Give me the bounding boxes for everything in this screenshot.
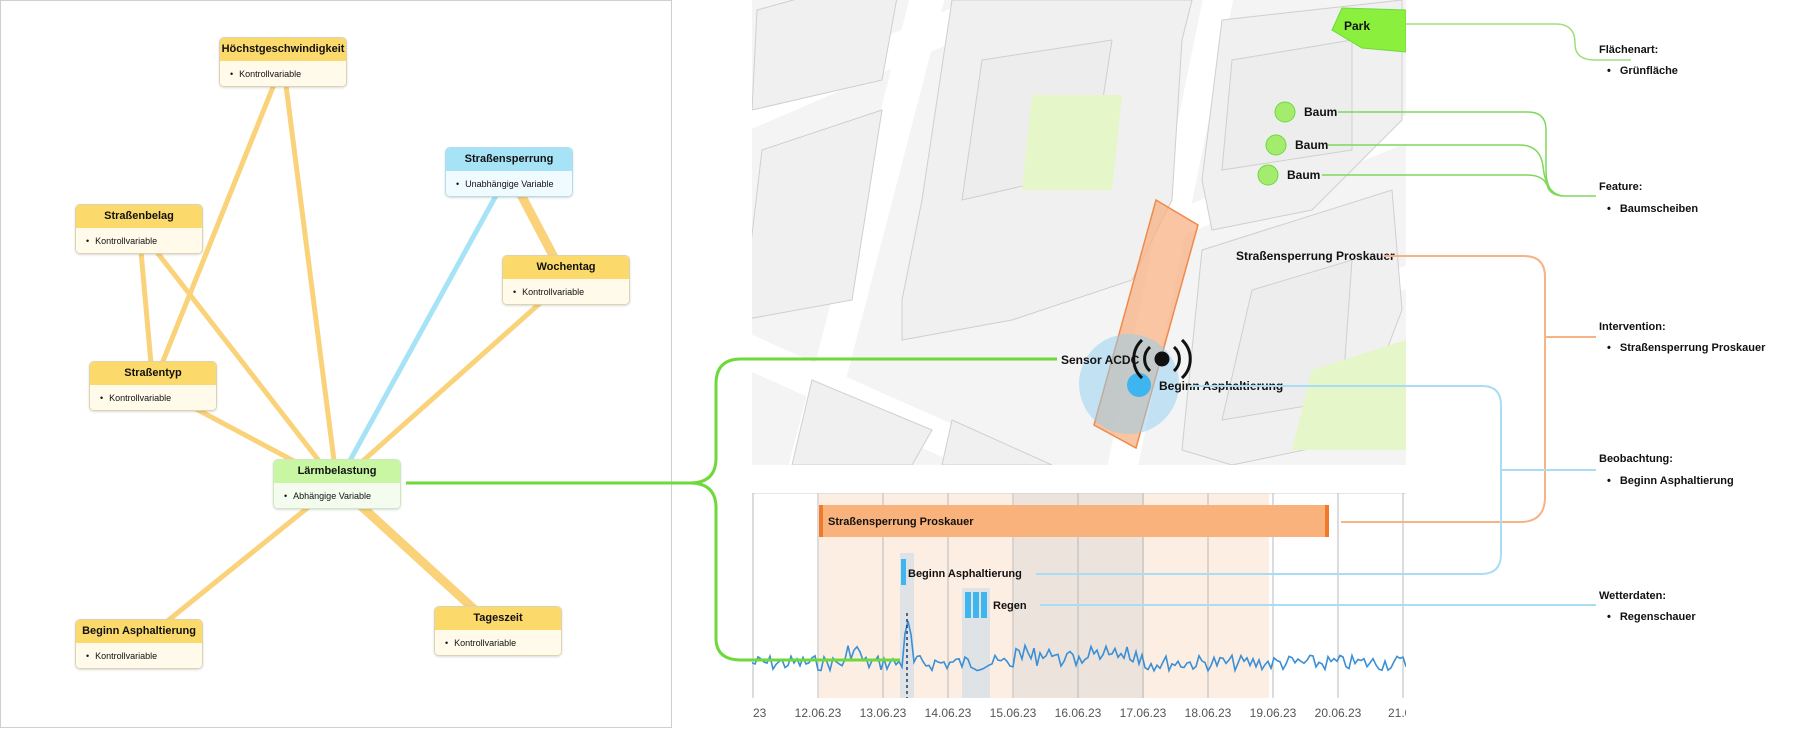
node-title: Straßensperrung [446, 148, 572, 171]
node-title: Wochentag [503, 256, 629, 279]
node-strassentyp[interactable]: Straßentyp Kontrollvariable [89, 361, 217, 411]
graph-edge-sperrung-laerm [334, 169, 512, 487]
node-role: Kontrollvariable [76, 228, 202, 253]
node-role: Abhängige Variable [274, 483, 400, 508]
node-title: Lärmbelastung [274, 460, 400, 483]
legend-value: Straßensperrung Proskauer [1607, 342, 1766, 354]
legend-category: Flächenart: [1599, 44, 1659, 56]
closure-bar-label: Straßensperrung Proskauer [828, 516, 974, 528]
node-role: Kontrollvariable [435, 630, 561, 655]
tree-label: Baum [1304, 105, 1338, 119]
node-title: Tageszeit [435, 607, 561, 630]
legend-value: Baumscheiben [1607, 203, 1698, 215]
tick-label: 18.06.23 [1184, 706, 1232, 720]
node-role: Kontrollvariable [76, 643, 202, 668]
legend-value: Beginn Asphaltierung [1607, 475, 1734, 487]
park-label: Park [1344, 19, 1371, 33]
tick-label: 13.06.23 [859, 706, 907, 720]
closure-label: Straßensperrung Proskauer [1236, 249, 1395, 263]
rain-marker [981, 592, 987, 618]
tick-label: 12.06.23 [794, 706, 842, 720]
node-role: Kontrollvariable [220, 61, 346, 86]
timeline-plot [752, 493, 1406, 698]
node-tageszeit[interactable]: Tageszeit Kontrollvariable [434, 606, 562, 656]
tick-label: 17.06.23 [1119, 706, 1167, 720]
legend-category: Wetterdaten: [1599, 590, 1667, 602]
tree-label: Baum [1287, 168, 1321, 182]
node-wochentag[interactable]: Wochentag Kontrollvariable [502, 255, 630, 305]
node-strassenbelag[interactable]: Straßenbelag Kontrollvariable [75, 204, 203, 254]
asphalt-event-label: Beginn Asphaltierung [908, 568, 1022, 580]
graph-edge-wochentag-laerm [334, 277, 569, 487]
tick-label: .6.23 [752, 706, 767, 720]
tick-label: 14.06.23 [924, 706, 972, 720]
legend-value: Regenschauer [1607, 611, 1696, 623]
rain-event-label: Regen [993, 600, 1027, 612]
node-title: Straßentyp [90, 362, 216, 385]
rain-marker [973, 592, 979, 618]
node-role: Unabhängige Variable [446, 171, 572, 196]
legend-category: Beobachtung: [1599, 453, 1673, 465]
node-title: Höchstgeschwindigkeit [220, 38, 346, 61]
node-strassensperrung[interactable]: Straßensperrung Unabhängige Variable [445, 147, 573, 197]
legend-value: Grünfläche [1607, 65, 1678, 77]
graph-edge-hoechst-laerm [280, 59, 340, 487]
park-to-legend [1406, 23, 1631, 61]
legend-category: Feature: [1599, 181, 1643, 193]
asphalt-marker [901, 559, 906, 585]
node-role: Kontrollvariable [90, 385, 216, 410]
node-laermbelastung[interactable]: Lärmbelastung Abhängige Variable [273, 459, 401, 509]
causal-graph-panel: Höchstgeschwindigkeit Kontrollvariable S… [0, 0, 672, 728]
map-base [752, 0, 1406, 465]
closure-bar-start [819, 505, 823, 537]
tick-label: 16.06.23 [1054, 706, 1102, 720]
noise-timeline[interactable]: Straßensperrung Proskauer Beginn Asphalt… [752, 493, 1406, 730]
tick-label: 19.06.23 [1249, 706, 1297, 720]
sensor-label: Sensor ACDC [1061, 353, 1140, 367]
legend-category: Intervention: [1599, 321, 1666, 333]
node-title: Straßenbelag [76, 205, 202, 228]
tick-label: 15.06.23 [989, 706, 1037, 720]
tick-label: 21.06 [1387, 706, 1406, 720]
street-map[interactable]: Park Baum Baum Baum Straßensperrung Pros… [752, 0, 1406, 465]
tick-label: 20.06.23 [1314, 706, 1362, 720]
asphalt-label: Beginn Asphaltierung [1159, 379, 1284, 393]
rain-marker [965, 592, 971, 618]
node-role: Kontrollvariable [503, 279, 629, 304]
node-hoechstgeschwindigkeit[interactable]: Höchstgeschwindigkeit Kontrollvariable [219, 37, 347, 87]
node-beginn-asphaltierung[interactable]: Beginn Asphaltierung Kontrollvariable [75, 619, 203, 669]
node-title: Beginn Asphaltierung [76, 620, 202, 643]
closure-bar-end [1325, 505, 1329, 537]
tree-label: Baum [1295, 138, 1329, 152]
